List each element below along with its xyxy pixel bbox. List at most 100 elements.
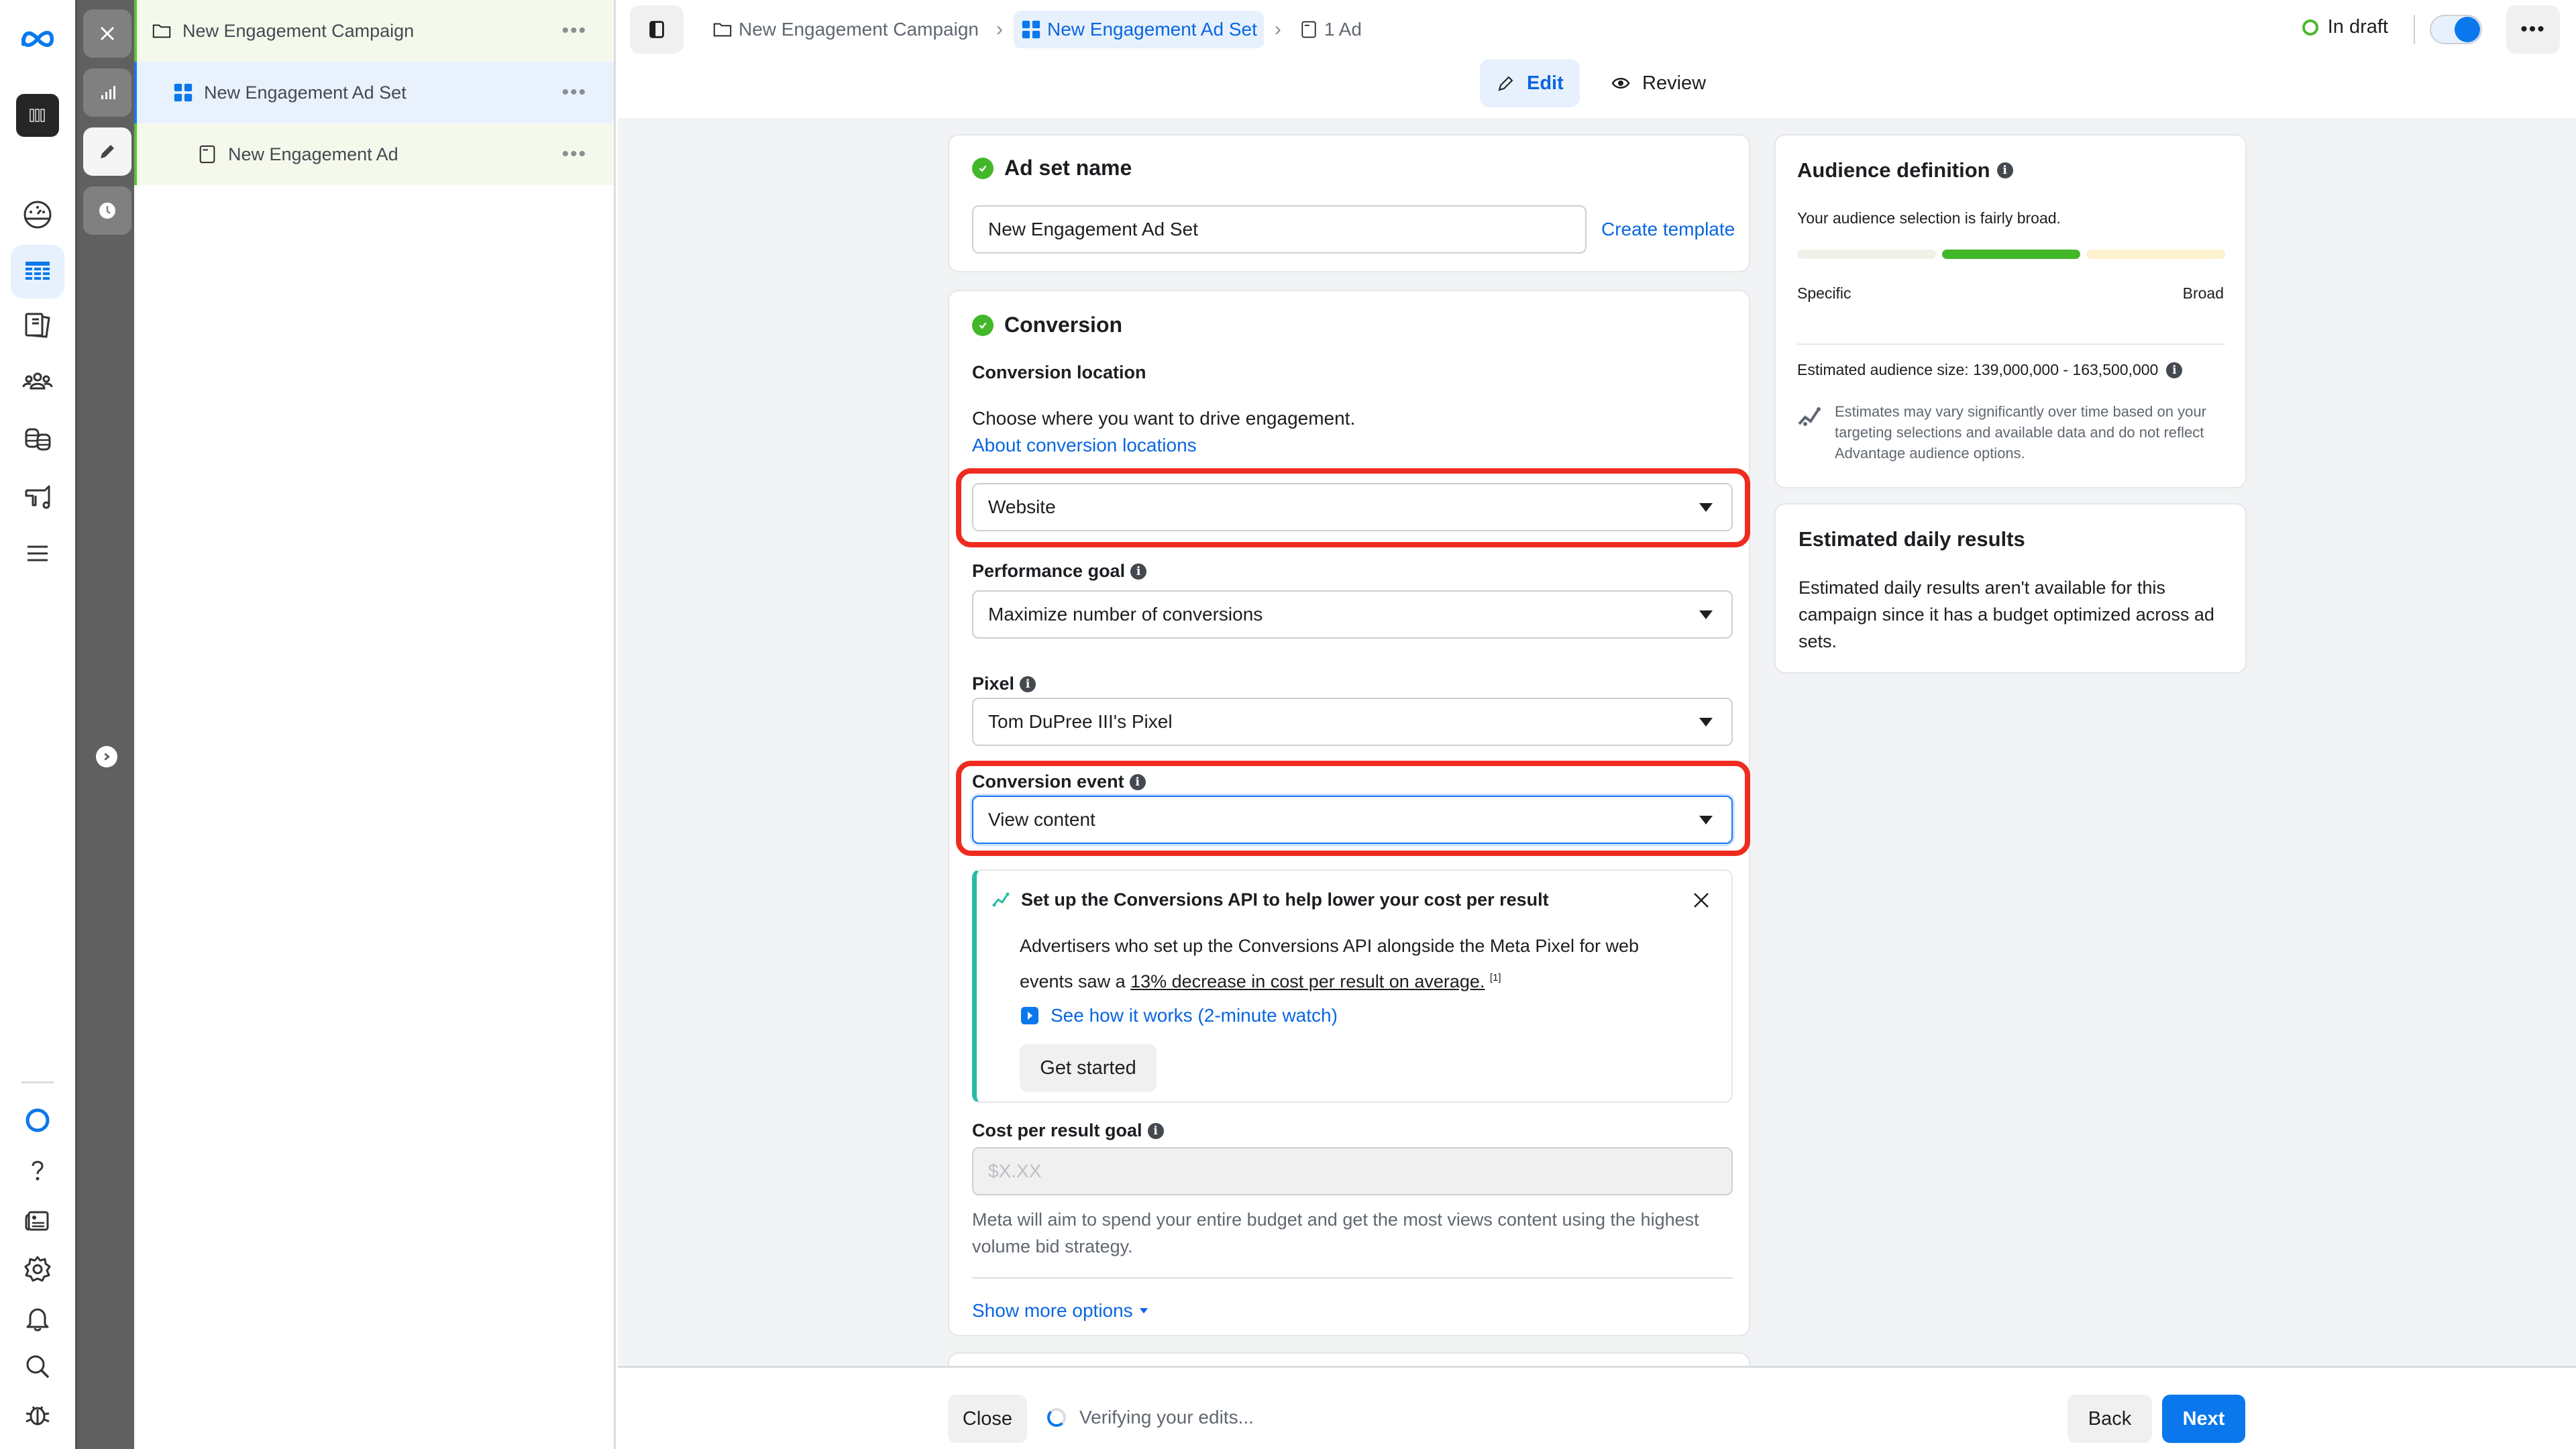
tab-edit[interactable]: Edit [1480, 59, 1580, 107]
footer-bar: Close Verifying your edits... Back Next [618, 1366, 2576, 1449]
label-text: Conversion location [972, 362, 1146, 382]
account-avatar-icon[interactable] [16, 94, 59, 137]
next-button[interactable]: Next [2162, 1395, 2245, 1443]
info-icon[interactable]: i [1996, 162, 2013, 178]
check-circle-icon [972, 157, 994, 179]
conversion-card: Conversion Conversion location Choose wh… [948, 290, 1750, 1336]
clock-icon [99, 203, 115, 219]
tree-item-adset[interactable]: New Engagement Ad Set ••• [134, 62, 614, 123]
meta-ai-ring-icon[interactable] [11, 1093, 64, 1147]
card-title: Audience definition [1797, 158, 1990, 182]
info-icon[interactable]: i [1129, 773, 1146, 790]
tab-review[interactable]: Review [1594, 59, 1722, 107]
bar-chart-icon [101, 86, 115, 99]
dismiss-banner-button[interactable] [1689, 888, 1713, 912]
more-actions-button[interactable]: ••• [2506, 5, 2560, 54]
news-icon[interactable] [11, 1194, 64, 1248]
bug-report-icon[interactable] [11, 1387, 64, 1441]
dashboard-gauge-icon[interactable] [11, 188, 64, 241]
search-icon[interactable] [11, 1340, 64, 1393]
caret-down-icon [1139, 1308, 1148, 1313]
performance-goal-select[interactable]: Maximize number of conversions [972, 590, 1733, 639]
expand-panel-button[interactable] [96, 746, 117, 767]
see-how-it-works-link[interactable]: See how it works (2-minute watch) [1020, 1005, 1338, 1026]
campaign-tree: New Engagement Campaign ••• New Engageme… [134, 0, 616, 1449]
close-icon [1694, 893, 1709, 908]
conversion-event-select[interactable]: View content [972, 796, 1733, 844]
close-editor-button[interactable] [83, 9, 131, 58]
audience-summary: Your audience selection is fairly broad. [1797, 209, 2061, 227]
edit-tool-button[interactable] [83, 127, 131, 176]
publish-toggle[interactable] [2430, 15, 2482, 44]
charts-button[interactable] [83, 68, 131, 117]
app-rail [0, 0, 75, 1449]
footnote[interactable]: [1] [1490, 972, 1501, 983]
meta-logo-icon[interactable] [11, 12, 64, 66]
tab-label: Review [1642, 72, 1707, 94]
info-icon[interactable]: i [2166, 362, 2183, 378]
conversion-location-label: Conversion location [972, 362, 1146, 383]
label-text: Cost per result goal [972, 1120, 1142, 1140]
ad-page-icon [196, 143, 219, 166]
tree-item-campaign[interactable]: New Engagement Campaign ••• [134, 0, 614, 62]
get-started-button[interactable]: Get started [1020, 1044, 1157, 1092]
audiences-people-icon[interactable] [11, 356, 64, 409]
cost-goal-help: Meta will aim to spend your entire budge… [972, 1210, 1699, 1256]
tree-item-ad[interactable]: New Engagement Ad ••• [134, 123, 614, 185]
pencil-icon [101, 145, 114, 158]
create-template-link[interactable]: Create template [1601, 219, 1735, 240]
menu-icon[interactable] [11, 527, 64, 580]
stat-link[interactable]: 13% decrease in cost per result on avera… [1130, 971, 1485, 991]
play-video-icon [1021, 1007, 1038, 1024]
ads-manager-table-icon[interactable] [11, 245, 64, 299]
top-bar: New Engagement Campaign › New Engagement… [618, 0, 2576, 59]
divider [2414, 15, 2415, 44]
audience-size-text: Estimated audience size: 139,000,000 - 1… [1797, 361, 2159, 378]
adset-name-input[interactable]: New Engagement Ad Set [972, 205, 1587, 254]
sidebar-toggle-icon [649, 21, 664, 38]
toggle-panel-button[interactable] [630, 5, 684, 54]
conversion-location-help: Choose where you want to drive engagemen… [972, 408, 1356, 429]
audience-title: Audience definition i [1797, 158, 2013, 182]
info-icon[interactable]: i [1130, 563, 1147, 580]
back-button[interactable]: Back [2068, 1395, 2152, 1443]
info-icon[interactable]: i [1147, 1122, 1164, 1139]
conversion-location-select[interactable]: Website [972, 483, 1733, 531]
campaign-megaphone-icon[interactable] [11, 470, 64, 523]
toggle-knob [2455, 17, 2480, 42]
estimate-disclaimer: Estimates may vary significantly over ti… [1835, 403, 2206, 462]
pencil-icon [1498, 76, 1513, 91]
breadcrumb-campaign[interactable]: New Engagement Campaign [705, 11, 985, 48]
loading-spinner-icon [1047, 1408, 1066, 1427]
help-icon[interactable] [11, 1144, 64, 1197]
banner-body: Advertisers who set up the Conversions A… [1020, 930, 1677, 998]
breadcrumb-ad[interactable]: 1 Ad [1292, 11, 1368, 48]
grid-icon [1022, 20, 1040, 39]
more-options-icon[interactable]: ••• [561, 143, 587, 166]
breadcrumb-adset[interactable]: New Engagement Ad Set [1013, 11, 1264, 48]
pixel-select[interactable]: Tom DuPree III's Pixel [972, 698, 1733, 746]
tool-column [75, 0, 134, 1449]
cost-per-result-input[interactable]: $X.XX [972, 1147, 1733, 1195]
daily-results-body: Estimated daily results aren't available… [1799, 578, 2214, 651]
more-options-icon[interactable]: ••• [561, 81, 587, 104]
more-options-icon[interactable]: ••• [561, 19, 587, 42]
next-section-card [948, 1352, 1750, 1366]
about-conversion-locations-link[interactable]: About conversion locations [972, 435, 1197, 456]
meter-segment-broad [2086, 250, 2226, 259]
show-more-options-link[interactable]: Show more options [972, 1300, 1148, 1322]
link-text: Show more options [972, 1300, 1133, 1321]
close-button[interactable]: Close [948, 1395, 1027, 1443]
notifications-bell-icon[interactable] [11, 1291, 64, 1345]
catalog-pages-icon[interactable] [11, 299, 64, 352]
input-value: New Engagement Ad Set [988, 219, 1198, 239]
meter-right-label: Broad [2182, 284, 2224, 302]
billing-coins-icon[interactable] [11, 413, 64, 466]
ad-page-icon [1301, 21, 1316, 38]
eye-icon [1611, 78, 1630, 89]
trend-sparkle-icon [992, 892, 1010, 906]
settings-gear-icon[interactable] [11, 1242, 64, 1296]
tree-item-label: New Engagement Ad Set [204, 82, 407, 103]
info-icon[interactable]: i [1020, 676, 1036, 692]
history-button[interactable] [83, 186, 131, 235]
